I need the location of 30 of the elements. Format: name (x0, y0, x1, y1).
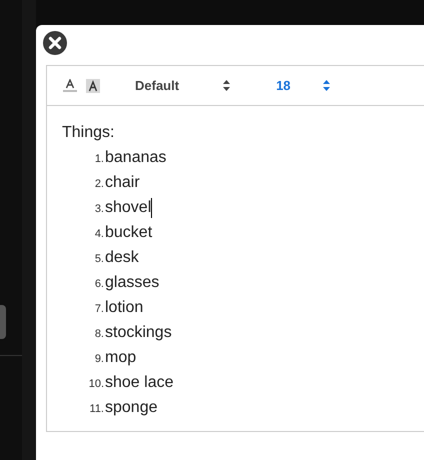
list-item-text: glasses (105, 273, 160, 293)
list-number: 4. (94, 227, 104, 242)
size-select[interactable]: 18 (276, 76, 330, 96)
list-item-text: bananas (105, 148, 166, 168)
list-number: 9. (94, 352, 104, 367)
stepper-icon (223, 80, 230, 91)
list-item-text: sponge (105, 398, 158, 418)
stepper-icon (322, 80, 330, 91)
list-item-text: bucket (105, 223, 152, 243)
close-icon[interactable] (43, 31, 67, 55)
list-number: 5. (94, 252, 104, 267)
list-item-text: shoe lace (105, 373, 174, 393)
list-item-text: lotion (105, 298, 144, 318)
list-number: 3. (94, 202, 104, 217)
list-number: 1. (94, 152, 104, 167)
font-select[interactable]: Default (135, 76, 230, 96)
list-item-text: stockings (105, 323, 172, 343)
list-number: 8. (94, 327, 104, 342)
list-number: 7. (94, 302, 104, 317)
list-item-text: desk (105, 248, 139, 268)
list-item-text: mop (105, 348, 136, 368)
list-number: 11. (88, 402, 104, 417)
heading-text: Things: (62, 123, 116, 143)
highlight-icon[interactable] (86, 78, 100, 92)
list-number: 10. (88, 377, 104, 392)
list-item-text: chair (105, 173, 140, 193)
list-number: 2. (94, 177, 104, 192)
list-number: 6. (94, 277, 104, 292)
text-color-icon[interactable] (63, 79, 77, 92)
list-item-text: shovel (105, 198, 152, 218)
